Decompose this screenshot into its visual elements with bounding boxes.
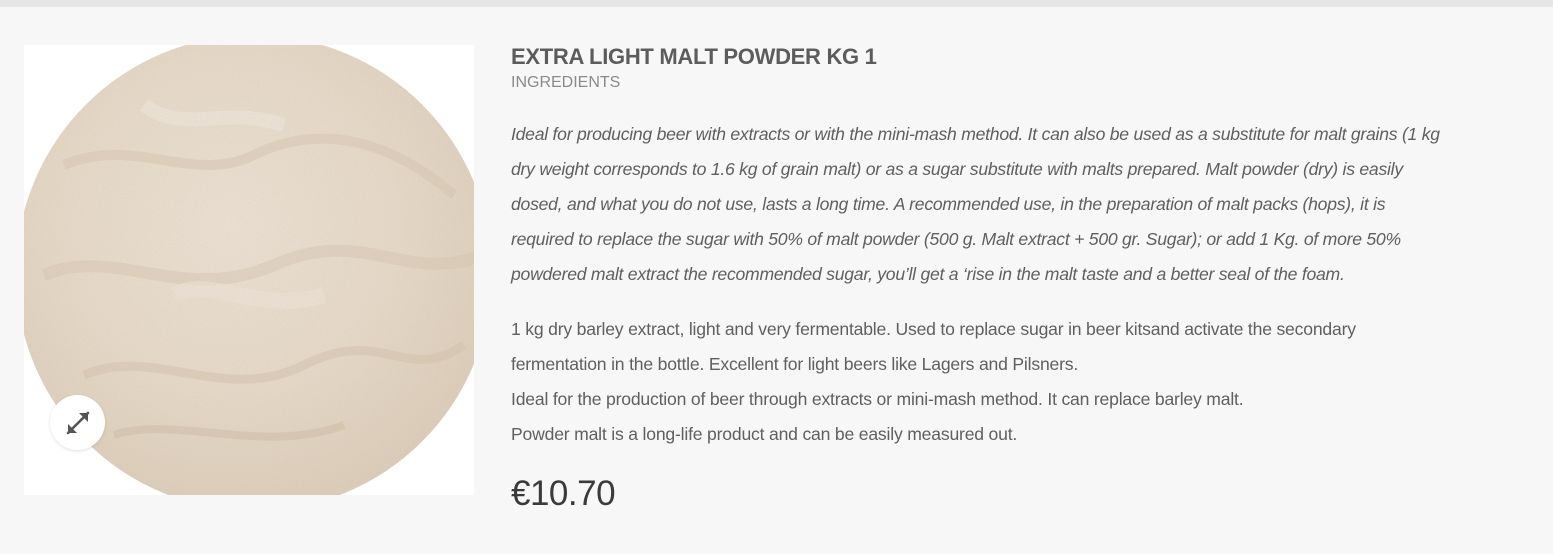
top-border-strip [0, 0, 1553, 7]
product-short-description: 1 kg dry barley extract, light and very … [511, 312, 1451, 452]
product-category-link[interactable]: INGREDIENTS [511, 72, 620, 94]
product-image-gallery[interactable] [24, 45, 474, 495]
product-title: EXTRA LIGHT MALT POWDER KG 1 [511, 44, 877, 69]
product-price: €10.70 [511, 474, 616, 513]
zoom-button[interactable] [50, 395, 105, 450]
product-summary: EXTRA LIGHT MALT POWDER KG 1 INGREDIENTS… [511, 42, 1451, 514]
expand-arrows-icon [66, 411, 89, 434]
description-line: 1 kg dry barley extract, light and very … [511, 319, 1356, 374]
product-detail: EXTRA LIGHT MALT POWDER KG 1 INGREDIENTS… [0, 7, 1553, 554]
description-line: Ideal for the production of beer through… [511, 389, 1244, 409]
description-line: Powder malt is a long-life product and c… [511, 424, 1018, 444]
product-description-italic: Ideal for producing beer with extracts o… [511, 124, 1440, 284]
